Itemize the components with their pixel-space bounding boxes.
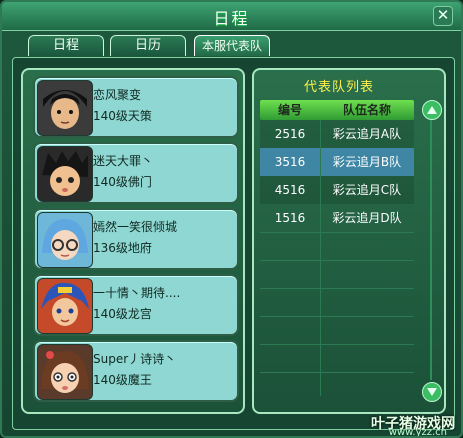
player-name: 恋风聚变 xyxy=(93,88,142,102)
player-avatar xyxy=(37,278,93,334)
close-icon[interactable]: ✕ xyxy=(433,6,453,26)
player-level: 140级天策 xyxy=(93,109,152,123)
player-level: 140级佛门 xyxy=(93,175,152,189)
team-member-panel: 恋风聚变 140级天策 迷天大罪丶 140级佛门 嫣然一笑很倾城 136级地府 … xyxy=(21,68,245,414)
player-level: 140级魔王 xyxy=(93,373,152,387)
team-id: 1516 xyxy=(274,211,306,225)
table-row[interactable]: 2516 彩云追月A队 xyxy=(260,120,414,148)
row-divider xyxy=(260,372,414,373)
row-divider xyxy=(260,316,414,317)
table-row[interactable]: 4516 彩云追月C队 xyxy=(260,176,414,204)
scroll-track[interactable] xyxy=(430,120,432,380)
column-header-id: 编号 xyxy=(277,103,302,117)
player-name: 嫣然一笑很倾城 xyxy=(93,220,178,234)
player-card[interactable]: 一十情丶期待.... 140级龙宫 xyxy=(33,274,239,336)
player-avatar xyxy=(37,212,93,268)
team-name: 彩云追月A队 xyxy=(332,127,402,141)
column-header-team-name: 队伍名称 xyxy=(342,103,391,117)
player-card[interactable]: 恋风聚变 140级天策 xyxy=(33,76,239,138)
row-divider xyxy=(260,232,414,233)
team-name: 彩云追月D队 xyxy=(332,211,402,225)
tab-calendar[interactable]: 日历 xyxy=(110,35,186,56)
player-card[interactable]: 迷天大罪丶 140级佛门 xyxy=(33,142,239,204)
column-divider xyxy=(320,120,321,396)
table-row-selected[interactable]: 3516 彩云追月B队 xyxy=(260,148,414,176)
window-title: 日程 xyxy=(213,9,250,28)
player-name: 迷天大罪丶 xyxy=(93,154,154,168)
schedule-window: 日程 ✕ 日程 日历 本服代表队 恋风聚变 140级天策 迷天大罪丶 140级佛… xyxy=(0,0,463,438)
player-name: Super丿诗诗丶 xyxy=(93,352,177,366)
team-list-header: 编号 队伍名称 xyxy=(260,100,414,120)
team-id: 2516 xyxy=(274,127,306,141)
player-level: 140级龙宫 xyxy=(93,307,152,321)
team-id: 3516 xyxy=(274,155,306,169)
team-id: 4516 xyxy=(274,183,306,197)
scroll-down-icon[interactable] xyxy=(422,382,442,402)
tab-schedule[interactable]: 日程 xyxy=(28,35,104,56)
scroll-up-icon[interactable] xyxy=(422,100,442,120)
team-list-body: 2516 彩云追月A队 3516 彩云追月B队 4516 彩云追月C队 1516… xyxy=(260,120,414,396)
watermark-url: www.yzz.cn xyxy=(388,427,447,438)
table-row[interactable]: 1516 彩云追月D队 xyxy=(260,204,414,232)
team-name: 彩云追月C队 xyxy=(332,183,402,197)
row-divider xyxy=(260,288,414,289)
row-divider xyxy=(260,260,414,261)
row-divider xyxy=(260,344,414,345)
team-list-scrollbar[interactable] xyxy=(422,100,442,402)
team-list-panel: 代表队列表 编号 队伍名称 2516 彩云追月A队 3516 彩云追月B队 45… xyxy=(252,68,446,414)
player-avatar xyxy=(37,344,93,400)
player-card[interactable]: 嫣然一笑很倾城 136级地府 xyxy=(33,208,239,270)
team-name: 彩云追月B队 xyxy=(332,155,402,169)
title-bar[interactable]: 日程 ✕ xyxy=(2,2,461,31)
player-avatar xyxy=(37,146,93,202)
player-name: 一十情丶期待.... xyxy=(93,286,181,300)
tab-server-team[interactable]: 本服代表队 xyxy=(194,35,270,56)
team-list-title: 代表队列表 xyxy=(303,80,374,95)
player-level: 136级地府 xyxy=(93,241,152,255)
player-card[interactable]: Super丿诗诗丶 140级魔王 xyxy=(33,340,239,402)
player-avatar xyxy=(37,80,93,136)
